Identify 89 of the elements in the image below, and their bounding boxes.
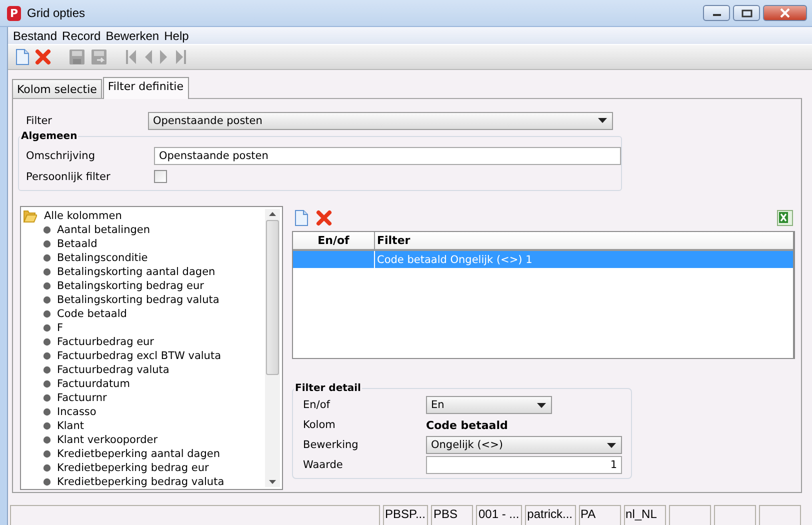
bullet-icon [43, 282, 51, 290]
caret-icon [598, 118, 607, 123]
tree-item[interactable]: Klant verkooporder [57, 434, 158, 446]
tree-item[interactable]: Factuurnr [57, 392, 107, 404]
tree-item[interactable]: Incasso [57, 406, 96, 418]
tree-item[interactable]: Kredietbeperking bedrag valuta [57, 476, 224, 488]
bullet-icon [43, 464, 51, 472]
status-panel [668, 505, 711, 525]
new-document-icon[interactable] [295, 210, 308, 226]
description-field[interactable]: Openstaande posten [154, 146, 621, 164]
tree-item[interactable]: Betalingskorting bedrag eur [57, 280, 204, 292]
filter-dropdown[interactable]: Openstaande posten [148, 112, 613, 130]
tree-item[interactable]: Kredietbeperking bedrag eur [57, 462, 209, 474]
bullet-icon [43, 422, 51, 430]
status-panel: 001 - ... [476, 505, 522, 525]
field-label: Filter [25, 114, 54, 126]
bullet-icon [43, 478, 51, 486]
tree-item[interactable]: Betalingskorting aantal dagen [57, 266, 216, 278]
menu-item[interactable]: Help [163, 28, 193, 42]
app-logo: P [7, 6, 21, 20]
caret-icon [607, 442, 616, 448]
group-title: Filter detail [294, 383, 362, 394]
tree-item[interactable]: F [57, 322, 64, 334]
table-cell-text: Code betaald Ongelijk (<>) 1 [376, 252, 534, 268]
restore-button[interactable] [733, 5, 760, 21]
value-field[interactable]: 1 [426, 456, 622, 474]
status-panel [758, 505, 801, 525]
bullet-icon [43, 254, 51, 262]
bullet-icon [43, 436, 51, 444]
tree-item[interactable]: Betalingsconditie [57, 252, 148, 264]
tab[interactable]: Filter definitie [102, 77, 188, 99]
field-label: Omschrijving [25, 150, 96, 162]
bullet-icon [43, 324, 51, 332]
dropdown-field[interactable]: Ongelijk (<>) [426, 436, 622, 454]
bullet-icon [43, 380, 51, 388]
tree-item[interactable]: Betaald [57, 238, 98, 250]
field-label: Kolom [302, 419, 336, 431]
bullet-icon [43, 310, 51, 318]
window-title: Grid opties [27, 6, 86, 20]
minimize-button[interactable] [703, 5, 730, 21]
status-panel: PA [578, 505, 621, 525]
close-icon [779, 8, 791, 18]
dropdown-field[interactable]: En [426, 396, 552, 414]
tree-item[interactable]: Betalingskorting bedrag valuta [57, 294, 220, 306]
column-header[interactable]: Filter [375, 232, 793, 249]
caret-icon [537, 402, 546, 408]
new-document-icon[interactable] [16, 49, 29, 65]
status-panel: PBS [431, 505, 474, 525]
tree-item[interactable]: Alle kolommen [44, 210, 122, 222]
bullet-icon [43, 240, 51, 248]
delete-icon[interactable] [35, 49, 51, 65]
bullet-icon [43, 226, 51, 234]
menu-item[interactable]: Record [61, 28, 105, 42]
tree-item[interactable]: Factuurdatum [57, 378, 130, 390]
tree-item[interactable]: Factuurbedrag eur [57, 336, 154, 348]
delete-icon[interactable] [316, 210, 332, 226]
bullet-icon [43, 296, 51, 304]
status-panel: nl_NL [624, 505, 666, 525]
column-header[interactable]: En/of [293, 232, 375, 249]
field-label: Bewerking [302, 439, 360, 451]
bullet-icon [43, 366, 51, 374]
scrollbar[interactable] [265, 209, 280, 487]
bullet-icon [43, 394, 51, 402]
status-panel: patrick... [525, 505, 576, 525]
bullet-icon [43, 450, 51, 458]
field-label: Waarde [302, 459, 344, 471]
bullet-icon [43, 338, 51, 346]
status-panel: PBSP... [383, 505, 428, 525]
checkbox[interactable] [154, 170, 167, 183]
menu-item[interactable]: Bestand [12, 28, 62, 42]
bullet-icon [43, 352, 51, 360]
tree-item[interactable]: Aantal betalingen [57, 224, 150, 236]
tree-item[interactable]: Klant [57, 420, 84, 432]
field-label: Persoonlijk filter [25, 170, 112, 182]
field-label: En/of [302, 399, 332, 411]
excel-export-icon[interactable] [777, 210, 793, 226]
bullet-icon [43, 268, 51, 276]
tree-item[interactable]: Factuurbedrag excl BTW valuta [57, 350, 222, 362]
group-title: Algemeen [20, 131, 78, 142]
status-panel [714, 505, 756, 525]
tree-item[interactable]: Code betaald [57, 308, 127, 320]
close-button[interactable] [763, 5, 807, 21]
tab[interactable]: Kolom selectie [12, 79, 102, 98]
tree-item[interactable]: Factuurbedrag valuta [57, 364, 170, 376]
bullet-icon [43, 408, 51, 416]
tree-item[interactable]: Kredietbeperking aantal dagen [57, 448, 220, 460]
column-value: Code betaald [426, 418, 508, 432]
restore-icon [740, 8, 752, 18]
menu-item[interactable]: Bewerken [104, 28, 164, 42]
